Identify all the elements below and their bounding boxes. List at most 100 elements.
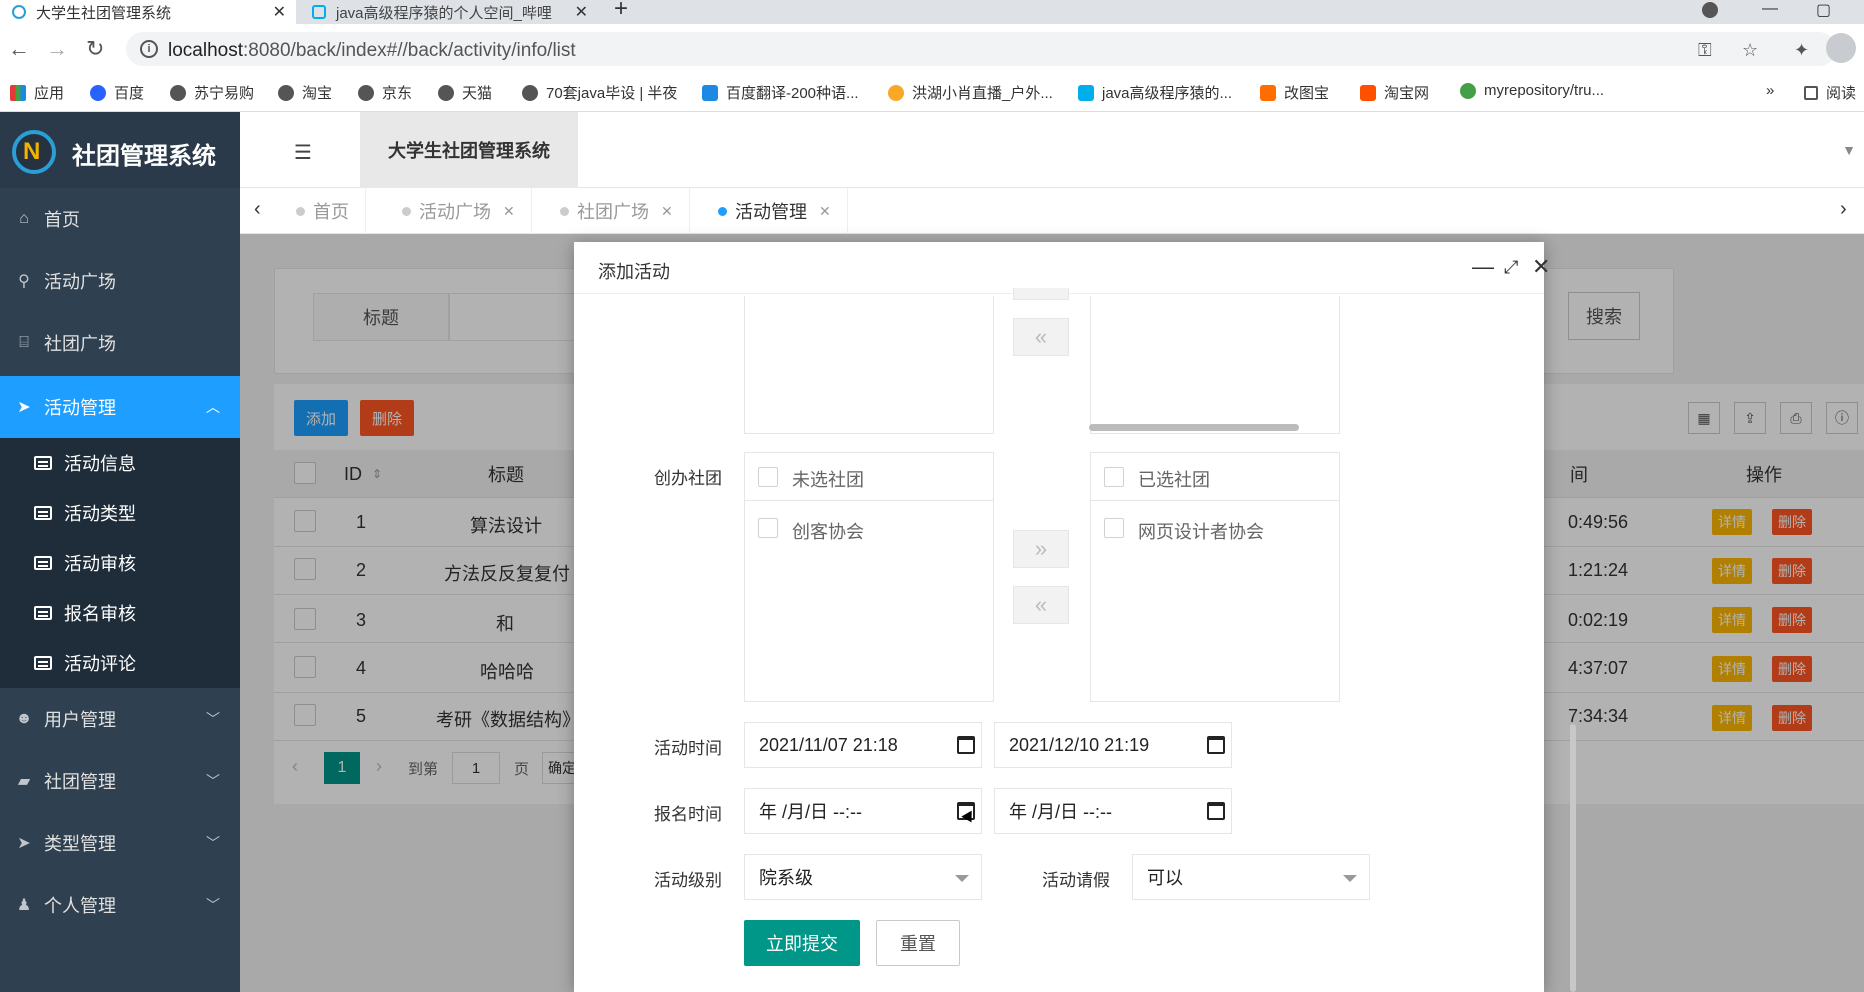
sidebar-item-personal-management[interactable]: ♟ 个人管理 ﹀ bbox=[0, 874, 240, 936]
bookmarks-more-button[interactable]: » bbox=[1766, 82, 1774, 99]
minimize-window-icon[interactable]: — bbox=[1762, 0, 1778, 18]
selected-select-all-checkbox[interactable] bbox=[1104, 467, 1124, 487]
tab-home[interactable]: 首页 bbox=[280, 188, 366, 234]
profile-indicator-icon[interactable] bbox=[1702, 2, 1718, 18]
profile-avatar[interactable] bbox=[1826, 33, 1856, 63]
dialog-minimize-icon[interactable]: — bbox=[1472, 254, 1494, 280]
bookmark-taobao[interactable]: 淘宝 bbox=[278, 82, 332, 103]
signup-start-datetime-input[interactable]: 年 /月/日 --:-- bbox=[744, 788, 982, 834]
sidebar-item-club-management[interactable]: ▰ 社团管理 ﹀ bbox=[0, 750, 240, 812]
signup-end-datetime-input[interactable]: 年 /月/日 --:-- bbox=[994, 788, 1232, 834]
reading-list-button[interactable]: 阅读 bbox=[1804, 82, 1856, 103]
header-title: 大学生社团管理系统 bbox=[360, 112, 578, 188]
dialog-maximize-icon[interactable]: ⤢ bbox=[1504, 254, 1518, 280]
activity-level-select[interactable]: 院系级 bbox=[744, 854, 982, 900]
activity-leave-select[interactable]: 可以 bbox=[1132, 854, 1370, 900]
browser-tab-strip: 大学生社团管理系统 ✕ java高级程序猿的个人空间_哔哩 ✕ + — ▢ bbox=[0, 0, 1864, 24]
submenu-item-activity-comment[interactable]: 活动评论 bbox=[0, 638, 240, 688]
calendar-icon[interactable] bbox=[1207, 736, 1225, 754]
close-tab-icon[interactable]: ✕ bbox=[661, 203, 673, 220]
dialog-close-icon[interactable]: ✕ bbox=[1532, 254, 1550, 280]
tab-activity-square[interactable]: 活动广场 ✕ bbox=[386, 188, 532, 234]
reload-icon[interactable]: ↻ bbox=[86, 37, 104, 61]
forward-arrow-icon[interactable]: → bbox=[46, 37, 68, 61]
bookmark-bilibili[interactable]: java高级程序猿的... bbox=[1078, 82, 1232, 103]
reset-button[interactable]: 重置 bbox=[876, 920, 960, 966]
caret-down-icon[interactable]: ▼ bbox=[1842, 142, 1856, 158]
extensions-puzzle-icon[interactable]: ✦ bbox=[1794, 40, 1809, 61]
tabs-scroll-right-icon[interactable]: › bbox=[1840, 198, 1847, 221]
transfer-box-header bbox=[1091, 453, 1339, 501]
activity-end-datetime-input[interactable]: 2021/12/10 21:19 bbox=[994, 722, 1232, 768]
globe-icon bbox=[278, 84, 294, 101]
bookmark-apps[interactable]: 应用 bbox=[10, 82, 64, 103]
bookmark-star-icon[interactable]: ☆ bbox=[1742, 40, 1758, 61]
tab-dot bbox=[718, 206, 727, 216]
bookmark-suning[interactable]: 苏宁易购 bbox=[170, 82, 254, 103]
close-tab-icon[interactable]: ✕ bbox=[273, 2, 286, 22]
back-arrow-icon[interactable]: ← bbox=[8, 37, 30, 61]
dialog-scrollbar[interactable] bbox=[1570, 724, 1576, 992]
sidebar-item-activity-management[interactable]: ➤ 活动管理 ︿ bbox=[0, 376, 240, 438]
sidebar-item-type-management[interactable]: ➤ 类型管理 ﹀ bbox=[0, 812, 240, 874]
club-option-label: 网页设计者协会 bbox=[1138, 522, 1264, 542]
close-tab-icon[interactable]: ✕ bbox=[503, 203, 515, 220]
activity-start-datetime-input[interactable]: 2021/11/07 21:18 bbox=[744, 722, 982, 768]
bookmark-baidu-translate[interactable]: 百度翻译-200种语... bbox=[702, 82, 859, 103]
menu-toggle-icon[interactable]: ☰ bbox=[294, 140, 312, 165]
chevron-down-icon: ﹀ bbox=[206, 773, 220, 789]
site-favicon-icon bbox=[12, 5, 26, 19]
send-icon: ➤ bbox=[17, 399, 31, 416]
user-icon: ♟ bbox=[16, 897, 32, 914]
app-logo[interactable]: N 社团管理系统 bbox=[0, 112, 240, 188]
transfer-prev-left-button[interactable]: « bbox=[1013, 318, 1069, 356]
bookmark-java-projects[interactable]: 70套java毕设 | 半夜 bbox=[522, 82, 677, 103]
browser-tab[interactable]: java高级程序猿的个人空间_哔哩 ✕ bbox=[300, 0, 598, 24]
bookmark-myrepository[interactable]: myrepository/tru... bbox=[1460, 82, 1604, 99]
transfer-horizontal-scrollbar[interactable] bbox=[1089, 424, 1299, 431]
calendar-icon[interactable] bbox=[957, 736, 975, 754]
transfer-to-left-button[interactable]: « bbox=[1013, 586, 1069, 624]
sidebar-item-home[interactable]: ⌂ 首页 bbox=[0, 188, 240, 250]
page-tabs-bar: ‹ 首页 活动广场 ✕ 社团广场 ✕ 活动管理 ✕ › bbox=[240, 188, 1864, 234]
club-option-checkbox[interactable] bbox=[1104, 518, 1124, 538]
maximize-window-icon[interactable]: ▢ bbox=[1816, 0, 1831, 20]
close-tab-icon[interactable]: ✕ bbox=[575, 2, 588, 22]
globe-icon bbox=[522, 84, 538, 101]
list-icon bbox=[34, 656, 52, 670]
club-option-checkbox[interactable] bbox=[758, 518, 778, 538]
tabs-scroll-left-icon[interactable]: ‹ bbox=[254, 198, 261, 221]
bookmark-gaitubao[interactable]: 改图宝 bbox=[1260, 82, 1329, 103]
submenu-item-activity-info[interactable]: 活动信息 bbox=[0, 438, 240, 488]
submit-button[interactable]: 立即提交 bbox=[744, 920, 860, 966]
list-icon bbox=[34, 456, 52, 470]
bookmark-baidu[interactable]: 百度 bbox=[90, 82, 144, 103]
unselected-select-all-checkbox[interactable] bbox=[758, 467, 778, 487]
home-icon: ⌂ bbox=[19, 210, 29, 227]
submenu-item-signup-review[interactable]: 报名审核 bbox=[0, 588, 240, 638]
bookmark-tmall[interactable]: 天猫 bbox=[438, 82, 492, 103]
sidebar-item-club-square[interactable]: ⌸ 社团广场 bbox=[0, 312, 240, 374]
calendar-icon[interactable] bbox=[1207, 802, 1225, 820]
submenu-item-activity-review[interactable]: 活动审核 bbox=[0, 538, 240, 588]
sidebar-item-activity-square[interactable]: ⚲ 活动广场 bbox=[0, 250, 240, 312]
sidebar-item-user-management[interactable]: ☻ 用户管理 ﹀ bbox=[0, 688, 240, 750]
url-field[interactable]: i localhost:8080/back/index#//back/activ… bbox=[126, 32, 1836, 66]
chevron-up-icon: ︿ bbox=[206, 399, 220, 415]
bookmark-live-stream[interactable]: 洪湖小肖直播_户外... bbox=[888, 82, 1053, 103]
bank-icon: ⌸ bbox=[19, 334, 29, 351]
activity-start-value: 2021/11/07 21:18 bbox=[759, 734, 898, 755]
transfer-to-right-button[interactable]: » bbox=[1013, 530, 1069, 568]
key-icon[interactable]: ⚿ bbox=[1698, 40, 1712, 61]
tab-club-square[interactable]: 社团广场 ✕ bbox=[544, 188, 690, 234]
url-host: localhost bbox=[168, 40, 243, 61]
close-tab-icon[interactable]: ✕ bbox=[819, 203, 831, 220]
new-tab-button[interactable]: + bbox=[614, 0, 628, 21]
browser-tab-active[interactable]: 大学生社团管理系统 ✕ bbox=[0, 0, 296, 24]
bookmark-jd[interactable]: 京东 bbox=[358, 82, 412, 103]
tab-activity-management[interactable]: 活动管理 ✕ bbox=[702, 188, 848, 234]
submenu-item-activity-type[interactable]: 活动类型 bbox=[0, 488, 240, 538]
bookmark-taobao-net[interactable]: 淘宝网 bbox=[1360, 82, 1429, 103]
site-info-icon[interactable]: i bbox=[140, 40, 158, 58]
transfer-prev-right-button[interactable] bbox=[1013, 288, 1069, 300]
